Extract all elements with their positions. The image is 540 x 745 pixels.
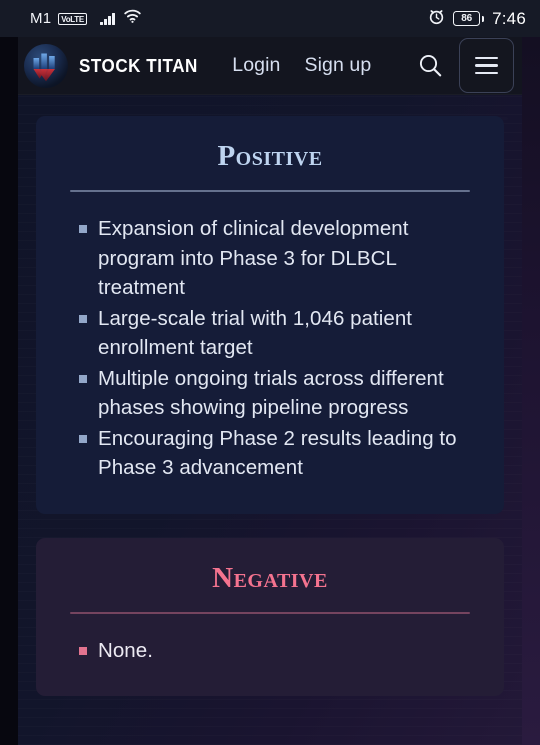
battery-level-label: 86 (453, 11, 481, 26)
positive-bullet-list: Expansion of clinical development progra… (70, 214, 470, 483)
stock-titan-logo-icon (24, 43, 68, 88)
negative-bullet-list: None. (70, 636, 470, 666)
brand-logo-group[interactable]: STOCK TITAN (24, 43, 208, 88)
carrier-label: M1 (30, 10, 52, 27)
search-icon[interactable] (415, 51, 445, 81)
wifi-icon (124, 9, 141, 28)
site-header: STOCK TITAN Login Sign up (18, 37, 522, 95)
list-item: Multiple ongoing trials across different… (70, 364, 470, 423)
negative-card-title: Negative (212, 561, 328, 594)
signal-bars-icon (99, 12, 115, 25)
main-content: Positive Expansion of clinical developme… (18, 95, 522, 745)
battery-indicator: 86 (453, 11, 485, 26)
android-status-bar: M1 VoLTE 86 7:46 (0, 0, 540, 37)
screen-left-edge (0, 37, 18, 745)
list-item: Large-scale trial with 1,046 patient enr… (70, 304, 470, 363)
brand-name-label: STOCK TITAN (79, 54, 198, 76)
positive-card-divider (70, 190, 470, 192)
screen-right-edge (522, 37, 540, 745)
list-item: None. (70, 636, 470, 666)
negative-card-divider (70, 611, 470, 614)
header-nav: Login Sign up (232, 54, 371, 77)
positive-card: Positive Expansion of clinical developme… (36, 116, 504, 514)
login-link[interactable]: Login (232, 54, 280, 77)
negative-card: Negative None. (36, 537, 504, 696)
header-actions (415, 38, 522, 93)
webpage-viewport: STOCK TITAN Login Sign up Positive Expan… (18, 37, 522, 745)
status-bar-right-group: 86 7:46 (428, 8, 526, 30)
positive-card-title: Positive (217, 140, 323, 172)
alarm-clock-icon (428, 8, 445, 30)
volte-badge: VoLTE (58, 12, 87, 25)
status-bar-left-group: M1 VoLTE (30, 9, 141, 28)
list-item: Encouraging Phase 2 results leading to P… (70, 424, 470, 483)
battery-cap (481, 15, 485, 22)
list-item: Expansion of clinical development progra… (70, 214, 470, 303)
hamburger-menu-icon[interactable] (459, 38, 514, 93)
clock-label: 7:46 (492, 8, 526, 28)
signup-link[interactable]: Sign up (304, 54, 371, 77)
